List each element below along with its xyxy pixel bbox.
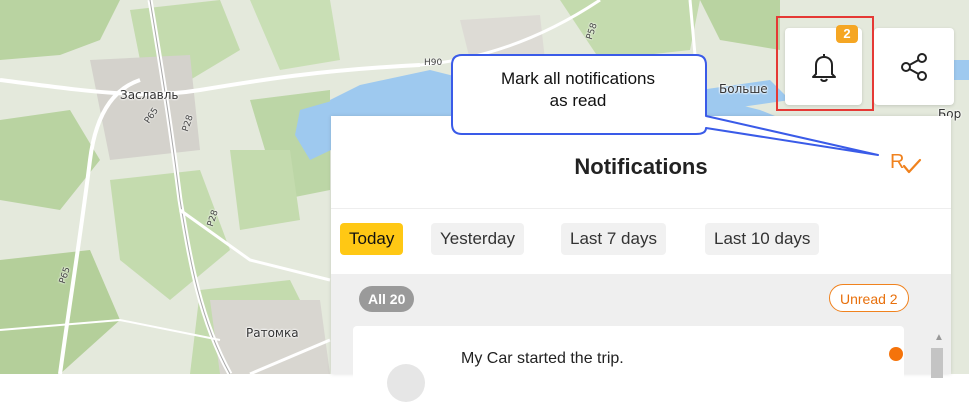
all-filter-pill[interactable]: All 20 xyxy=(359,286,415,312)
car-icon xyxy=(387,364,425,402)
unread-dot xyxy=(889,347,903,361)
map-label-zaslavl: Заславль xyxy=(120,88,179,102)
notifications-list[interactable]: All 20 Unread 2 My Car started the trip.… xyxy=(331,274,951,402)
road-label-h90: Н90 xyxy=(424,58,443,68)
unread-filter-pill[interactable]: Unread 2 xyxy=(829,284,909,312)
divider xyxy=(331,208,951,209)
map-label-ratomka: Ратомка xyxy=(246,326,299,340)
filter-last-7-days[interactable]: Last 7 days xyxy=(561,223,666,255)
filter-yesterday[interactable]: Yesterday xyxy=(431,223,524,255)
callout-line-2: as read xyxy=(549,91,607,110)
filter-last-10-days[interactable]: Last 10 days xyxy=(705,223,820,255)
callout-line-1: Mark all notifications xyxy=(500,69,655,88)
scroll-up-arrow-icon[interactable]: ▲ xyxy=(934,332,944,343)
notification-text: My Car started the trip. xyxy=(461,350,624,367)
callout-text: Mark all notifications as read xyxy=(460,68,696,112)
filter-today[interactable]: Today xyxy=(340,223,404,255)
notification-item[interactable]: My Car started the trip. xyxy=(353,326,904,402)
